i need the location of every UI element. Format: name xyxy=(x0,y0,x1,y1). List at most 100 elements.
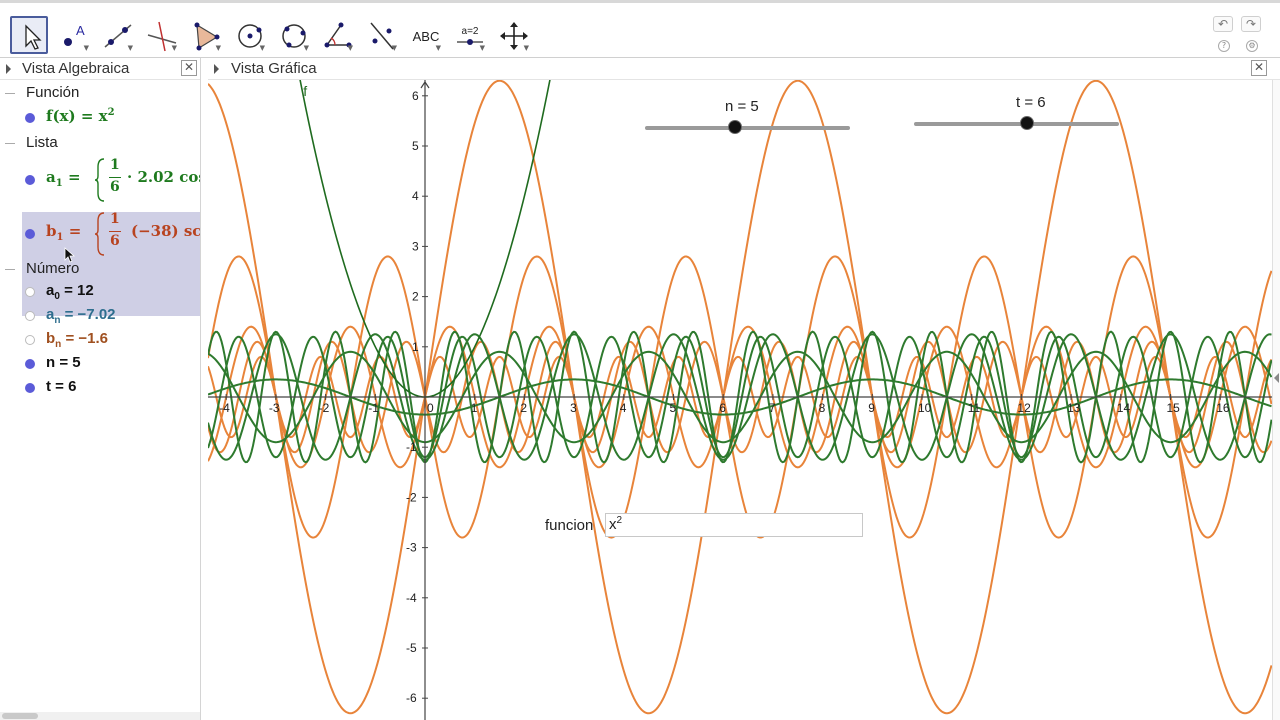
number-value: = −7.02 xyxy=(60,306,116,323)
visibility-toggle[interactable] xyxy=(25,383,35,393)
undo-button[interactable]: ↶ xyxy=(1213,16,1233,32)
visibility-toggle[interactable] xyxy=(25,335,35,345)
number-value: = 6 xyxy=(51,378,77,395)
number-expression: n = 5 xyxy=(46,354,81,371)
visibility-toggle[interactable] xyxy=(25,311,35,321)
reflect-tool-button[interactable]: ▼ xyxy=(362,16,400,54)
y-tick-label: 4 xyxy=(412,189,419,203)
polygon-tool-button[interactable]: ▼ xyxy=(186,16,224,54)
y-tick-label: -4 xyxy=(406,591,417,605)
caret-icon: ▼ xyxy=(435,44,441,52)
visibility-toggle-b1[interactable] xyxy=(25,229,35,239)
x-tick-label: 12 xyxy=(1017,401,1031,415)
y-tick-label: 6 xyxy=(412,89,419,103)
input-box-label: funcion xyxy=(545,517,594,534)
b1-brace-icon xyxy=(94,212,105,256)
category-lista[interactable]: Lista xyxy=(26,134,58,151)
caret-icon: ▼ xyxy=(303,44,309,52)
move-tool-button[interactable] xyxy=(10,16,48,54)
circle-three-points-tool-button[interactable]: ▼ xyxy=(274,16,312,54)
algebra-item-b1[interactable]: b1 = 1 6 (−38) sc xyxy=(0,206,200,260)
number-item[interactable]: n = 5 xyxy=(0,353,200,375)
visibility-toggle[interactable] xyxy=(25,359,35,369)
collapse-arrow-icon[interactable] xyxy=(1274,373,1279,383)
number-item[interactable]: bn = −1.6 xyxy=(0,329,200,351)
x-tick-label: 2 xyxy=(520,401,527,415)
point-tool-button[interactable]: A ▼ xyxy=(54,16,92,54)
visibility-toggle-a1[interactable] xyxy=(25,175,35,185)
x-tick-label: 1 xyxy=(471,401,478,415)
f-exp: 2 xyxy=(107,107,115,118)
visibility-toggle-f[interactable] xyxy=(25,113,35,123)
f-eq: = xyxy=(80,107,94,125)
slider-t-knob[interactable] xyxy=(1019,116,1034,130)
caret-icon: ▼ xyxy=(215,44,221,52)
number-expression: t = 6 xyxy=(46,378,76,395)
b1-name: b xyxy=(46,222,57,240)
category-funcion[interactable]: Función xyxy=(26,84,79,101)
x-tick-label: 7 xyxy=(769,401,776,415)
y-tick-label: -6 xyxy=(406,691,417,705)
perpendicular-tool-button[interactable]: ▼ xyxy=(142,16,180,54)
funcion-input-box[interactable]: x2 xyxy=(605,513,863,537)
x-tick-label: 0 xyxy=(427,401,434,415)
caret-icon: ▼ xyxy=(127,44,133,52)
slider-t-track[interactable] xyxy=(914,122,1119,126)
angle-tool-button[interactable]: ▼ xyxy=(318,16,356,54)
x-tick-label: 6 xyxy=(719,401,726,415)
graphics-canvas[interactable]: -4 -3 -2 -1 0 1 2 3 4 5 6 7 8 9 10 11 12 13 14 15 16 -6 -5 -4 -3… xyxy=(208,80,1272,720)
algebra-item-f[interactable]: f(x) = x2 xyxy=(0,106,200,128)
b1-expression: b1 = xyxy=(46,222,81,243)
category-numero[interactable]: Número xyxy=(26,260,79,277)
number-name: b xyxy=(46,330,56,347)
y-tick-label: -3 xyxy=(406,541,417,555)
number-item[interactable]: a0 = 12 xyxy=(0,281,200,303)
x-tick-label: -4 xyxy=(219,401,230,415)
undo-icon: ↶ xyxy=(1217,17,1229,31)
y-tick-label: -2 xyxy=(406,490,417,504)
slider-t-label: t = 6 xyxy=(1016,94,1046,111)
visibility-toggle[interactable] xyxy=(25,287,35,297)
close-graphics-view-button[interactable]: ✕ xyxy=(1251,60,1267,76)
slider-tool-button[interactable]: a=2 ▼ xyxy=(450,16,488,54)
redo-icon: ↷ xyxy=(1245,17,1257,31)
number-item[interactable]: an = −7.02 xyxy=(0,305,200,327)
x-tick-label: 13 xyxy=(1067,401,1081,415)
expand-triangle-icon[interactable] xyxy=(6,64,11,74)
expand-triangle-icon[interactable] xyxy=(214,64,219,74)
caret-icon: ▼ xyxy=(83,44,89,52)
x-tick-label: 10 xyxy=(918,401,932,415)
y-tick-label: -5 xyxy=(406,641,417,655)
gear-icon[interactable]: ⚙ xyxy=(1246,40,1258,52)
scrollbar-thumb[interactable] xyxy=(2,713,38,719)
x-tick-label: -1 xyxy=(368,401,379,415)
algebra-view-title: Vista Algebraica xyxy=(22,60,130,77)
b1-numerator: 1 xyxy=(110,211,120,227)
algebra-view-header: Vista Algebraica ✕ xyxy=(0,58,200,80)
number-expression: bn = −1.6 xyxy=(46,330,108,350)
caret-icon: ▼ xyxy=(479,44,485,52)
b1-eq: = xyxy=(68,222,82,240)
slider-n-track[interactable] xyxy=(645,126,850,130)
help-icon[interactable]: ? xyxy=(1218,40,1230,52)
graphics-vertical-scrollbar[interactable] xyxy=(1272,80,1280,720)
svg-text:A: A xyxy=(76,23,85,38)
number-item[interactable]: t = 6 xyxy=(0,377,200,399)
number-expression: an = −7.02 xyxy=(46,306,116,326)
plot-svg[interactable]: -4 -3 -2 -1 0 1 2 3 4 5 6 7 8 9 10 11 12 13 14 15 16-6-5-4-3… xyxy=(208,80,1272,720)
text-tool-button[interactable]: ABC ▼ xyxy=(406,16,444,54)
number-name: n xyxy=(46,354,56,371)
algebra-horizontal-scrollbar[interactable] xyxy=(0,712,200,720)
f-expression: f(x) = x2 xyxy=(46,107,115,125)
graphics-view-header: Vista Gráfica ✕ xyxy=(208,58,1280,80)
circle-center-tool-button[interactable]: ▼ xyxy=(230,16,268,54)
x-tick-label: 5 xyxy=(670,401,677,415)
algebra-view: Vista Algebraica ✕ Función f(x) = x2 Lis… xyxy=(0,58,201,720)
move-view-tool-button[interactable]: ▼ xyxy=(494,16,532,54)
x-tick-label: 8 xyxy=(819,401,826,415)
y-tick-label: 3 xyxy=(412,239,419,253)
algebra-item-a1[interactable]: a1 = 1 6 · 2.02 cos xyxy=(0,154,200,206)
close-algebra-view-button[interactable]: ✕ xyxy=(181,60,197,76)
redo-button[interactable]: ↷ xyxy=(1241,16,1261,32)
line-tool-button[interactable]: ▼ xyxy=(98,16,136,54)
